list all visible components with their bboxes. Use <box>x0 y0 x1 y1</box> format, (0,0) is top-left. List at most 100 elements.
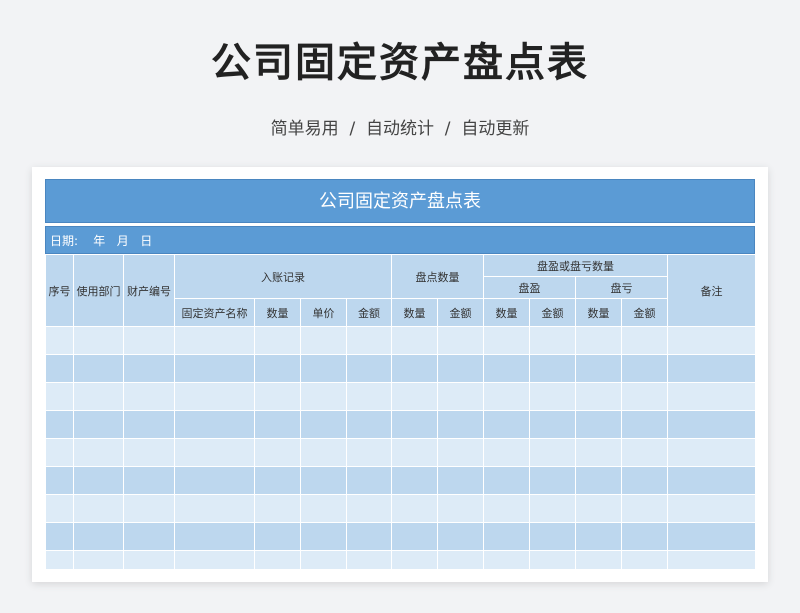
table-cell[interactable] <box>174 522 255 551</box>
col-header-surplus-qty[interactable]: 数量 <box>483 298 530 327</box>
table-cell[interactable] <box>174 438 255 467</box>
col-header-deficit[interactable]: 盘亏 <box>575 276 668 299</box>
table-cell[interactable] <box>667 354 755 383</box>
table-cell[interactable] <box>575 354 622 383</box>
table-cell[interactable] <box>437 466 484 495</box>
table-cell[interactable] <box>667 438 755 467</box>
col-header-count-group[interactable]: 盘点数量 <box>391 254 484 299</box>
table-cell[interactable] <box>346 494 392 523</box>
col-header-count-qty[interactable]: 数量 <box>391 298 438 327</box>
table-cell[interactable] <box>254 550 301 569</box>
table-cell[interactable] <box>73 326 124 355</box>
table-cell[interactable] <box>621 550 668 569</box>
table-cell[interactable] <box>621 466 668 495</box>
table-cell[interactable] <box>300 410 347 439</box>
date-row[interactable]: 日期: 年 月 日 <box>45 226 755 254</box>
table-cell[interactable] <box>300 326 347 355</box>
table-cell[interactable] <box>174 466 255 495</box>
table-cell[interactable] <box>483 410 530 439</box>
table-cell[interactable] <box>621 494 668 523</box>
table-cell[interactable] <box>391 326 438 355</box>
table-cell[interactable] <box>437 494 484 523</box>
table-cell[interactable] <box>254 382 301 411</box>
table-cell[interactable] <box>483 382 530 411</box>
table-cell[interactable] <box>45 354 74 383</box>
table-cell[interactable] <box>483 354 530 383</box>
table-cell[interactable] <box>575 326 622 355</box>
table-cell[interactable] <box>73 382 124 411</box>
table-cell[interactable] <box>73 466 124 495</box>
col-header-asset-no[interactable]: 财产编号 <box>123 254 175 327</box>
col-header-surplus[interactable]: 盘盈 <box>483 276 576 299</box>
table-cell[interactable] <box>123 326 175 355</box>
table-cell[interactable] <box>174 326 255 355</box>
table-cell[interactable] <box>123 382 175 411</box>
col-header-deficit-qty[interactable]: 数量 <box>575 298 622 327</box>
col-header-entry-price[interactable]: 单价 <box>300 298 347 327</box>
table-cell[interactable] <box>529 438 576 467</box>
table-cell[interactable] <box>123 466 175 495</box>
table-cell[interactable] <box>391 382 438 411</box>
table-cell[interactable] <box>575 410 622 439</box>
table-cell[interactable] <box>123 438 175 467</box>
table-cell[interactable] <box>346 326 392 355</box>
table-cell[interactable] <box>483 438 530 467</box>
col-header-count-amount[interactable]: 金额 <box>437 298 484 327</box>
table-cell[interactable] <box>254 494 301 523</box>
table-cell[interactable] <box>346 438 392 467</box>
table-cell[interactable] <box>667 494 755 523</box>
table-cell[interactable] <box>621 326 668 355</box>
table-cell[interactable] <box>621 410 668 439</box>
table-cell[interactable] <box>437 382 484 411</box>
table-cell[interactable] <box>73 550 124 569</box>
table-cell[interactable] <box>621 354 668 383</box>
table-cell[interactable] <box>254 466 301 495</box>
table-cell[interactable] <box>621 438 668 467</box>
col-header-remark[interactable]: 备注 <box>667 254 755 327</box>
table-cell[interactable] <box>437 550 484 569</box>
table-cell[interactable] <box>346 522 392 551</box>
table-cell[interactable] <box>667 326 755 355</box>
table-cell[interactable] <box>529 410 576 439</box>
table-cell[interactable] <box>529 494 576 523</box>
table-cell[interactable] <box>529 466 576 495</box>
table-cell[interactable] <box>346 550 392 569</box>
table-cell[interactable] <box>174 550 255 569</box>
col-header-seq[interactable]: 序号 <box>45 254 74 327</box>
table-cell[interactable] <box>73 522 124 551</box>
table-cell[interactable] <box>300 494 347 523</box>
table-cell[interactable] <box>391 494 438 523</box>
table-cell[interactable] <box>391 410 438 439</box>
table-cell[interactable] <box>300 382 347 411</box>
table-cell[interactable] <box>483 466 530 495</box>
table-cell[interactable] <box>575 494 622 523</box>
table-cell[interactable] <box>575 438 622 467</box>
table-cell[interactable] <box>123 494 175 523</box>
table-cell[interactable] <box>174 354 255 383</box>
table-cell[interactable] <box>254 438 301 467</box>
table-cell[interactable] <box>300 466 347 495</box>
table-cell[interactable] <box>391 354 438 383</box>
table-cell[interactable] <box>621 522 668 551</box>
table-cell[interactable] <box>45 466 74 495</box>
table-cell[interactable] <box>73 438 124 467</box>
col-header-entry-name[interactable]: 固定资产名称 <box>174 298 255 327</box>
table-cell[interactable] <box>391 522 438 551</box>
table-cell[interactable] <box>437 522 484 551</box>
table-cell[interactable] <box>300 550 347 569</box>
col-header-entry-qty[interactable]: 数量 <box>254 298 301 327</box>
col-header-entry-group[interactable]: 入账记录 <box>174 254 392 299</box>
table-cell[interactable] <box>575 382 622 411</box>
table-cell[interactable] <box>73 354 124 383</box>
table-cell[interactable] <box>529 354 576 383</box>
table-cell[interactable] <box>529 522 576 551</box>
table-cell[interactable] <box>73 410 124 439</box>
table-cell[interactable] <box>174 494 255 523</box>
table-cell[interactable] <box>391 466 438 495</box>
table-cell[interactable] <box>300 438 347 467</box>
table-cell[interactable] <box>575 550 622 569</box>
table-cell[interactable] <box>346 410 392 439</box>
table-cell[interactable] <box>300 354 347 383</box>
table-cell[interactable] <box>123 410 175 439</box>
col-header-diff-group[interactable]: 盘盈或盘亏数量 <box>483 254 668 277</box>
